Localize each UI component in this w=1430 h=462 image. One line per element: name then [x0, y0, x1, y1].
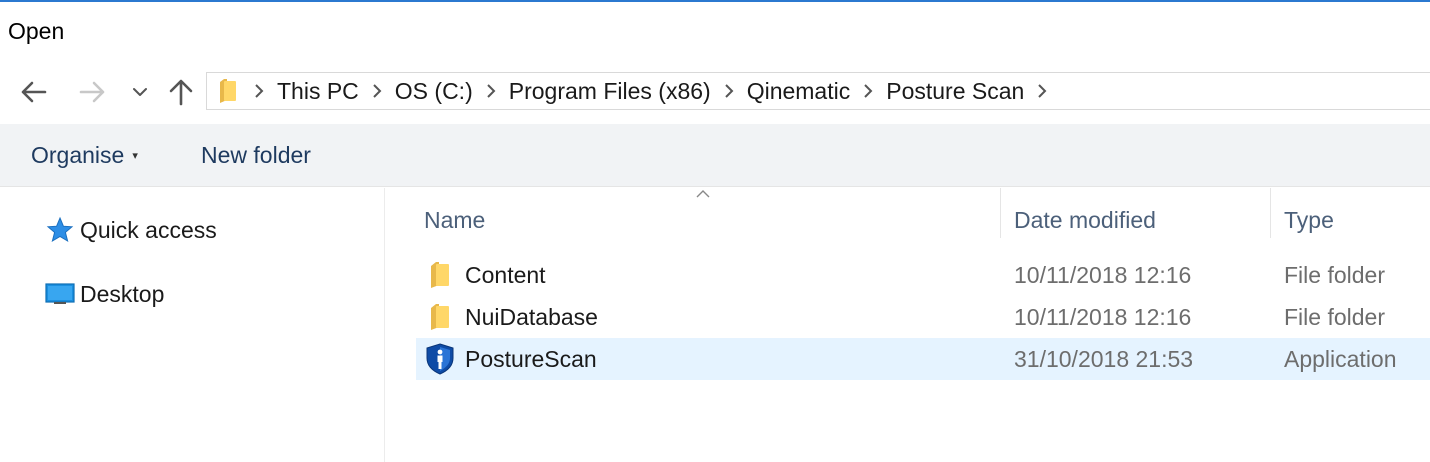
breadcrumb-separator-icon[interactable]: [1028, 73, 1056, 109]
arrow-left-icon: [21, 81, 47, 103]
dialog-title: Open: [8, 18, 65, 44]
address-folder: [211, 73, 245, 109]
caret-down-icon: ▾: [132, 150, 138, 162]
breadcrumb-separator-icon[interactable]: [477, 73, 505, 109]
column-header-date-modified[interactable]: Date modified: [1014, 198, 1156, 242]
file-date-modified: 10/11/2018 12:16: [1014, 304, 1192, 330]
file-date-modified: 31/10/2018 21:53: [1014, 346, 1194, 372]
column-header-name[interactable]: Name: [424, 198, 485, 242]
breadcrumb-this-pc[interactable]: This PC: [273, 73, 363, 109]
file-type: File folder: [1284, 262, 1385, 288]
sidebar-item-label: Desktop: [80, 280, 165, 307]
navigation-bar: This PC OS (C:) Program Files (x86) Qine…: [0, 60, 1430, 124]
sort-ascending-icon: [696, 186, 710, 204]
column-header-type[interactable]: Type: [1284, 198, 1334, 242]
sidebar-item-label: Quick access: [80, 216, 217, 243]
column-divider[interactable]: [1000, 188, 1001, 238]
file-name: NuiDatabase: [465, 304, 598, 330]
breadcrumb-program-files[interactable]: Program Files (x86): [505, 73, 715, 109]
file-row-posturescan[interactable]: PostureScan 31/10/2018 21:53 Application: [416, 338, 1430, 380]
up-button[interactable]: [162, 74, 200, 110]
command-toolbar: Organise ▾ New folder: [0, 124, 1430, 187]
file-type: File folder: [1284, 304, 1385, 330]
star-icon: [44, 214, 76, 246]
organise-button[interactable]: Organise ▾: [31, 124, 138, 187]
sidebar-item-desktop[interactable]: Desktop: [44, 274, 164, 314]
desktop-icon: [44, 278, 76, 310]
file-list-pane: Name Date modified Type Content 10/11/20…: [386, 188, 1430, 462]
file-row-content[interactable]: Content 10/11/2018 12:16 File folder: [416, 254, 1430, 296]
arrow-up-icon: [169, 79, 193, 106]
breadcrumb-separator-icon[interactable]: [854, 73, 882, 109]
breadcrumb-separator-icon[interactable]: [363, 73, 391, 109]
new-folder-button[interactable]: New folder: [201, 124, 311, 187]
posturescan-app-icon: [424, 343, 456, 375]
file-name: Content: [465, 262, 546, 288]
navigation-pane: Quick access Desktop: [0, 188, 385, 462]
folder-icon: [424, 301, 456, 333]
arrow-right-icon: [79, 81, 105, 103]
sidebar-item-quick-access[interactable]: Quick access: [44, 210, 217, 250]
folder-icon: [220, 79, 236, 103]
organise-label: Organise: [31, 142, 125, 168]
breadcrumb-qinematic[interactable]: Qinematic: [743, 73, 855, 109]
folder-icon: [424, 259, 456, 291]
file-type: Application: [1284, 346, 1397, 372]
recent-locations-button[interactable]: [126, 74, 154, 110]
new-folder-label: New folder: [201, 142, 311, 168]
address-bar[interactable]: This PC OS (C:) Program Files (x86) Qine…: [206, 72, 1430, 110]
dialog-title-bar: Open: [0, 2, 1430, 60]
chevron-down-icon: [133, 88, 147, 96]
file-row-nuidatabase[interactable]: NuiDatabase 10/11/2018 12:16 File folder: [416, 296, 1430, 338]
file-date-modified: 10/11/2018 12:16: [1014, 262, 1192, 288]
breadcrumb-separator-icon[interactable]: [245, 73, 273, 109]
forward-button[interactable]: [72, 74, 112, 110]
breadcrumb-posture-scan[interactable]: Posture Scan: [882, 73, 1028, 109]
column-divider[interactable]: [1270, 188, 1271, 238]
back-button[interactable]: [14, 74, 54, 110]
breadcrumb-os-c[interactable]: OS (C:): [391, 73, 477, 109]
file-name: PostureScan: [465, 346, 597, 372]
breadcrumb-separator-icon[interactable]: [715, 73, 743, 109]
